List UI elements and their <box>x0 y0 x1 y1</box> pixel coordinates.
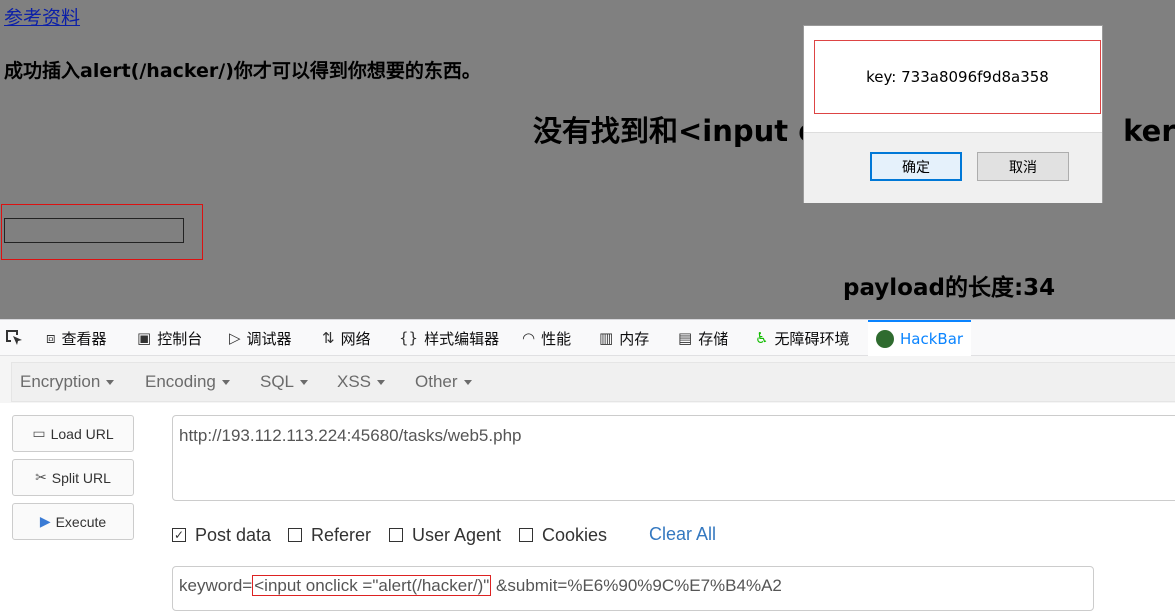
execute-button[interactable]: ▶ Execute <box>12 503 134 540</box>
tab-label: 内存 <box>619 329 650 348</box>
split-url-button[interactable]: ✂ Split URL <box>12 459 134 496</box>
url-input[interactable]: http://193.112.113.224:45680/tasks/web5.… <box>172 415 1175 501</box>
play-icon: ▶ <box>39 513 51 529</box>
console-icon: ▣ <box>137 329 152 347</box>
menu-encoding[interactable]: Encoding <box>145 363 230 401</box>
tab-label: 控制台 <box>157 329 203 348</box>
tab-label: 样式编辑器 <box>424 329 500 348</box>
load-url-icon: ▭ <box>32 425 46 441</box>
checkbox-checked-icon: ✓ <box>172 528 186 542</box>
menu-label: XSS <box>337 372 372 391</box>
reference-link[interactable]: 参考资料 <box>4 3 80 30</box>
not-found-text: 没有找到和<input o <box>533 114 819 148</box>
storage-icon: ▤ <box>678 329 693 347</box>
network-icon: ⇅ <box>322 329 335 347</box>
load-url-button[interactable]: ▭ Load URL <box>12 415 134 452</box>
clear-all-link[interactable]: Clear All <box>649 524 716 545</box>
tab-label: 性能 <box>541 329 572 348</box>
tab-network[interactable]: ⇅ 网络 <box>322 320 371 356</box>
tab-label: 网络 <box>340 329 371 348</box>
post-highlight: <input onclick ="alert(/hacker/)" <box>252 575 492 596</box>
tab-performance[interactable]: ◠ 性能 <box>522 320 571 356</box>
post-prefix: keyword= <box>179 576 253 595</box>
tab-label: 调试器 <box>246 329 292 348</box>
checkbox-label: Post data <box>195 524 272 545</box>
tab-inspector[interactable]: ⧈ 查看器 <box>46 320 107 356</box>
dialog-message-area: key: 733a8096f9d8a358 <box>804 26 1102 132</box>
checkbox-icon <box>288 528 302 542</box>
tab-console[interactable]: ▣ 控制台 <box>137 320 202 356</box>
caret-down-icon <box>377 379 386 385</box>
inspector-icon: ⧈ <box>46 329 56 347</box>
hackbar-menu: Encryption Encoding SQL XSS Other <box>0 356 1175 403</box>
tab-memory[interactable]: ▥ 内存 <box>599 320 649 356</box>
picker-icon[interactable] <box>4 320 24 356</box>
menu-label: Other <box>415 372 458 391</box>
tab-hackbar[interactable]: HackBar <box>868 320 972 356</box>
memory-icon: ▥ <box>599 329 614 347</box>
debugger-icon: ▷ <box>229 329 241 347</box>
referer-checkbox[interactable]: Referer <box>288 525 371 545</box>
menu-label: Encoding <box>145 372 216 391</box>
menu-xss[interactable]: XSS <box>337 363 386 401</box>
caret-down-icon <box>300 379 309 385</box>
checkbox-icon <box>519 528 533 542</box>
button-label: Split URL <box>51 469 111 486</box>
menu-label: SQL <box>260 372 295 391</box>
scissors-icon: ✂ <box>35 469 47 485</box>
tab-storage[interactable]: ▤ 存储 <box>678 320 728 356</box>
not-found-tail: ker/)' <box>1123 114 1175 148</box>
tab-label: 查看器 <box>61 329 107 348</box>
performance-icon: ◠ <box>522 329 536 347</box>
dialog-footer: 确定 取消 <box>804 132 1102 203</box>
menu-encryption[interactable]: Encryption <box>20 363 115 401</box>
alert-dialog: key: 733a8096f9d8a358 确定 取消 <box>803 25 1103 203</box>
hackbar-icon <box>876 330 894 348</box>
tab-label: 无障碍环境 <box>774 329 850 348</box>
checkbox-label: User Agent <box>412 524 502 545</box>
menu-other[interactable]: Other <box>415 363 472 401</box>
caret-down-icon <box>106 379 115 385</box>
menu-label: Encryption <box>20 372 101 391</box>
ok-button[interactable]: 确定 <box>870 152 962 181</box>
caret-down-icon <box>463 379 472 385</box>
checkbox-label: Cookies <box>542 524 608 545</box>
post-suffix: &submit=%E6%90%9C%E7%B4%A2 <box>491 576 782 595</box>
button-label: Execute <box>55 513 107 530</box>
dialog-message: key: 733a8096f9d8a358 <box>814 40 1101 114</box>
style-editor-icon: {} <box>399 329 419 347</box>
checkbox-label: Referer <box>311 524 372 545</box>
checkbox-icon <box>389 528 403 542</box>
button-label: Load URL <box>50 425 114 442</box>
devtools-toolbar: ⧈ 查看器 ▣ 控制台 ▷ 调试器 ⇅ 网络 {} 样式编辑器 ◠ 性能 ▥ 内存 ▤ 存储 ♿… <box>0 319 1175 356</box>
payload-length: payload的长度:34 <box>843 275 1056 301</box>
tab-debugger[interactable]: ▷ 调试器 <box>229 320 292 356</box>
post-data-checkbox[interactable]: ✓ Post data <box>172 525 271 545</box>
cancel-button[interactable]: 取消 <box>977 152 1069 181</box>
tab-label: HackBar <box>900 330 964 348</box>
injected-input[interactable] <box>4 218 184 243</box>
hackbar-menu-bar: Encryption Encoding SQL XSS Other <box>11 362 1175 402</box>
tab-style-editor[interactable]: {} 样式编辑器 <box>399 320 499 356</box>
hint-text: 成功插入alert(/hacker/)你才可以得到你想要的东西。 <box>4 60 481 82</box>
menu-sql[interactable]: SQL <box>260 363 309 401</box>
accessibility-icon: ♿ <box>755 329 769 347</box>
user-agent-checkbox[interactable]: User Agent <box>389 525 501 545</box>
hackbar-body: ▭ Load URL ✂ Split URL ▶ Execute http://193… <box>0 403 1175 611</box>
cookies-checkbox[interactable]: Cookies <box>519 525 607 545</box>
tab-label: 存储 <box>698 329 729 348</box>
post-data-input[interactable]: keyword= <input onclick ="alert(/hacker/)… <box>172 566 1094 611</box>
caret-down-icon <box>221 379 230 385</box>
tab-accessibility[interactable]: ♿ 无障碍环境 <box>755 320 849 356</box>
